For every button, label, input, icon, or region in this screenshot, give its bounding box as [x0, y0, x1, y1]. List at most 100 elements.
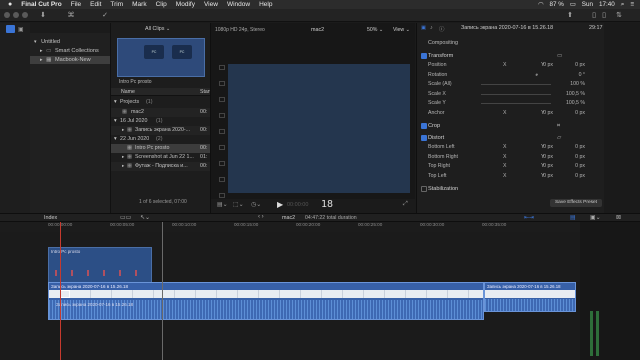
timecode-display[interactable]: 18 [321, 199, 333, 210]
effects-browser-icon[interactable]: ▣⌄ [590, 214, 601, 221]
view-dropdown[interactable]: View ⌄ [393, 27, 410, 33]
zoom-window-dot[interactable] [22, 12, 28, 18]
scale-y-row[interactable]: Scale Y 100,5 % [417, 99, 605, 109]
import-icon[interactable]: ⬇ [38, 11, 48, 20]
libraries-icon[interactable] [6, 25, 15, 33]
viewer-control-icon[interactable] [219, 113, 225, 118]
viewer-control-icon[interactable] [219, 145, 225, 150]
transform-overlay-icon[interactable]: ▭ [557, 51, 562, 61]
top-left-row[interactable]: Top Left X 0 px Y 0 px [417, 172, 605, 182]
filmstrip[interactable]: PC PC [117, 38, 205, 77]
browser-row-projects[interactable]: ▾ Projects (1) [111, 98, 211, 107]
edit-append-icon[interactable]: ▭▭ [120, 214, 131, 221]
crop-overlay-icon[interactable]: ⌗ [557, 121, 560, 131]
save-effects-preset-button[interactable]: Save Effects Preset [550, 199, 602, 207]
browser-row-screenshot[interactable]: ▸ ▦ Screenshot at Jun 22 1... 01: [111, 153, 211, 162]
apple-icon[interactable]: ● [8, 0, 12, 9]
anchor-row[interactable]: Anchor X 0 px Y 0 px [417, 109, 605, 119]
distort-overlay-icon[interactable]: ▱ [557, 133, 561, 143]
minimize-window-dot[interactable] [13, 12, 19, 18]
close-window-dot[interactable] [4, 12, 10, 18]
compositing-header[interactable]: Compositing [428, 40, 458, 46]
inspector-toggle-icon[interactable]: ⇅ [614, 11, 624, 20]
rotation-dial-icon[interactable]: ◕ [535, 71, 538, 81]
clip-filter-dropdown[interactable]: All Clips ⌄ [145, 26, 170, 32]
top-right-row[interactable]: Top Right X 0 px Y 0 px [417, 162, 605, 172]
range-marker[interactable] [60, 290, 70, 298]
zoom-dropdown[interactable]: 50% ⌄ [367, 27, 383, 33]
skimmer[interactable] [162, 222, 163, 360]
primary-clip[interactable]: Запись экрана 2020-07-16 в 15.26.18 [48, 282, 484, 320]
playhead[interactable] [60, 222, 61, 360]
menu-edit[interactable]: Edit [90, 0, 101, 9]
rotation-row[interactable]: Rotation ◕ 0 ° [417, 71, 605, 81]
transform-tool-icon[interactable]: ⬚⌄ [233, 201, 244, 208]
viewer-control-icon[interactable] [219, 193, 225, 198]
menu-clip[interactable]: Clip [156, 0, 167, 9]
bottom-left-row[interactable]: Bottom Left X 0 px Y 0 px [417, 143, 605, 153]
viewer-canvas[interactable] [228, 64, 410, 193]
undo-nav-icon[interactable]: ‹ › [258, 214, 264, 220]
scale-y-slider[interactable] [481, 103, 551, 104]
menu-window[interactable]: Window [227, 0, 250, 9]
control-center-icon[interactable]: ≡ [630, 0, 634, 9]
scale-x-slider[interactable] [481, 93, 551, 95]
position-row[interactable]: Position X 0 px Y 0 px [417, 61, 605, 71]
sidebar-item-smart-collections[interactable]: ▸ ▭ Smart Collections [30, 47, 99, 55]
index-button[interactable]: Index [44, 215, 57, 221]
sidebar-item-macbook-new[interactable]: ▸ ▦ Macbook-New [30, 56, 110, 64]
menu-help[interactable]: Help [259, 0, 272, 9]
play-button[interactable]: ▶ [277, 200, 283, 209]
browser-row-date-22jun[interactable]: ▾ 22 Jun 2020 (2) [111, 135, 211, 144]
viewer-control-icon[interactable] [219, 161, 225, 166]
menu-view[interactable]: View [204, 0, 218, 9]
timeline-ruler[interactable]: 00:00:00:00 00:00:05:00 00:00:10:00 00:0… [0, 222, 640, 232]
photos-icon[interactable]: ▣ [18, 26, 24, 33]
menu-app[interactable]: Final Cut Pro [21, 0, 61, 9]
menu-file[interactable]: File [71, 0, 81, 9]
fullscreen-icon[interactable]: ⤢ [403, 201, 408, 208]
distort-section[interactable]: Distort ▱ [417, 133, 605, 143]
browser-row-mac2[interactable]: ▦ mac2 00: [111, 108, 211, 117]
viewer-control-icon[interactable] [219, 177, 225, 182]
column-name[interactable]: Name [121, 88, 135, 96]
distort-checkbox[interactable] [421, 135, 427, 141]
clip-appearance-icon[interactable]: ▤ [570, 214, 576, 221]
search-icon[interactable]: ⌕ [621, 0, 625, 9]
secondary-clip[interactable]: Запись экрана 2020-07-16 в 15.26.18 [484, 282, 576, 312]
crop-checkbox[interactable] [421, 123, 427, 129]
share-icon[interactable]: ⬆ [565, 11, 575, 20]
battery-label[interactable]: 87 % [549, 0, 563, 9]
sidebar-item-untitled[interactable]: ▾ Untitled [30, 38, 60, 46]
transitions-browser-icon[interactable]: ⊠ [616, 214, 621, 221]
stabilization-section[interactable]: Stabilization [417, 184, 605, 194]
battery-icon[interactable]: ▭ [570, 0, 576, 9]
menu-trim[interactable]: Trim [110, 0, 123, 9]
stabilization-checkbox[interactable] [421, 186, 427, 192]
skimming-icon[interactable]: ⇤⇥ [524, 214, 534, 221]
viewer-control-icon[interactable] [219, 81, 225, 86]
display-options-icon[interactable]: ▤⌄ [217, 201, 228, 208]
crop-section[interactable]: Crop ⌗ [417, 121, 605, 131]
menu-modify[interactable]: Modify [176, 0, 195, 9]
layout-right-icon[interactable]: ▯ [600, 11, 608, 20]
scale-x-row[interactable]: Scale X 100,5 % [417, 90, 605, 100]
viewer-control-icon[interactable] [219, 65, 225, 70]
clock-label[interactable]: 17:40 [599, 0, 615, 9]
wifi-icon[interactable]: ◠ [538, 0, 544, 9]
transform-checkbox[interactable] [421, 53, 427, 59]
layout-left-icon[interactable]: ▯ [590, 11, 598, 20]
transform-section[interactable]: Transform ▭ [417, 51, 605, 61]
browser-row-screen-recording[interactable]: ▸ ▦ Запись экрана 2020-... 00: [111, 126, 211, 135]
scale-all-row[interactable]: Scale (All) 100 % [417, 80, 605, 90]
checkmark-icon[interactable]: ✓ [100, 11, 110, 20]
browser-row-intro[interactable]: ▦ Intro Pc prosto 00: [111, 144, 211, 153]
bottom-right-row[interactable]: Bottom Right X 0 px Y 0 px [417, 153, 605, 163]
browser-row-date-16jul[interactable]: ▾ 16 Jul 2020 (1) [111, 117, 211, 126]
info-inspector-icon[interactable]: ⓘ [439, 25, 444, 33]
select-tool-icon[interactable]: ↖⌄ [140, 214, 150, 221]
menu-mark[interactable]: Mark [132, 0, 146, 9]
timeline-area[interactable]: Intro Pc prosto Запись экрана 2020-07-16… [0, 222, 580, 360]
viewer-control-icon[interactable] [219, 97, 225, 102]
speed-icon[interactable]: ◷⌄ [251, 201, 261, 208]
